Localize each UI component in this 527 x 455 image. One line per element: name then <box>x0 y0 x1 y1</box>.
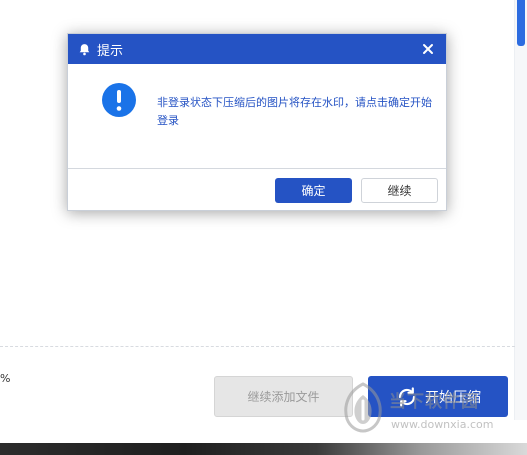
close-icon[interactable] <box>421 42 435 56</box>
add-more-files-button[interactable]: 继续添加文件 <box>214 376 353 417</box>
bottom-image-strip <box>0 443 527 455</box>
start-compress-label: 开始压缩 <box>425 389 481 406</box>
progress-percent-text: % <box>0 372 11 385</box>
exclamation-circle-icon <box>102 83 136 117</box>
dialog-header: 提示 <box>68 34 446 64</box>
dialog-message: 非登录状态下压缩后的图片将存在水印，请点击确定开始登录 <box>157 96 432 127</box>
start-compress-button[interactable]: 开始压缩 <box>368 376 508 417</box>
scrollbar[interactable] <box>514 0 527 420</box>
confirm-button[interactable]: 确定 <box>275 178 352 203</box>
continue-button[interactable]: 继续 <box>361 178 438 203</box>
dialog-title: 提示 <box>97 43 124 59</box>
dialog-footer: 确定 继续 <box>68 169 446 211</box>
divider <box>0 346 515 347</box>
bell-icon <box>79 43 90 55</box>
dialog-body: 非登录状态下压缩后的图片将存在水印，请点击确定开始登录 <box>68 64 446 169</box>
watermark-url: www.downxia.com <box>391 418 494 431</box>
scrollbar-thumb[interactable] <box>517 0 525 46</box>
refresh-icon <box>398 386 416 407</box>
login-prompt-dialog: 提示 非登录状态下压缩后的图片将存在水印，请点击确定开始登录 确定 继续 <box>67 33 447 211</box>
